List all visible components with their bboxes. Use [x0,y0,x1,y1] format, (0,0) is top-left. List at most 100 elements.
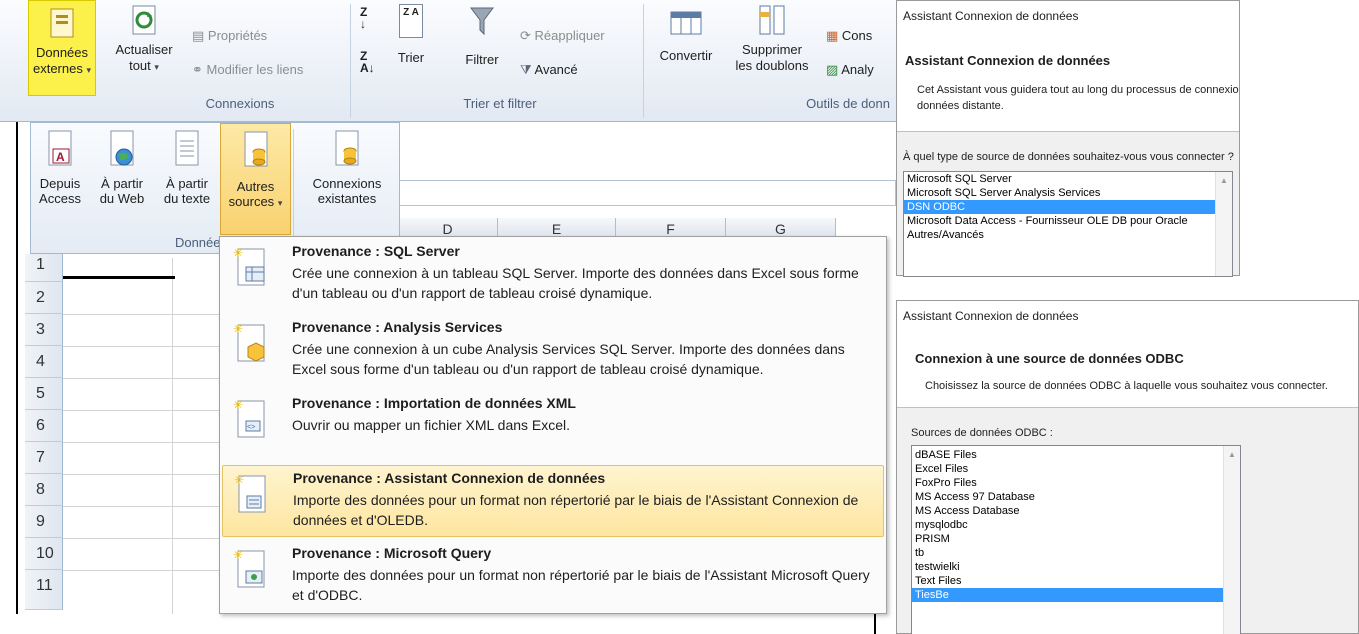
menu-item-data-connection-wizard[interactable]: ✳ Provenance : Assistant Connexion de do… [222,465,884,537]
menu-item-description: Crée une connexion à un cube Analysis Se… [292,341,845,377]
refresh-icon [132,5,156,35]
odbc-list-label: Sources de données ODBC : [911,427,1053,439]
svg-text:✳: ✳ [233,322,243,336]
row-header[interactable]: 9 [25,506,63,538]
text-file-icon [175,130,199,166]
svg-text:✳: ✳ [234,473,244,487]
list-item-selected[interactable]: DSN ODBC [904,200,1232,214]
menu-item-microsoft-query[interactable]: ✳ Provenance : Microsoft Query Importe d… [222,541,884,613]
texte-label-1: À partir [166,176,208,191]
dialog-intro-line-2: données distante. [917,100,1004,112]
actualiser-tout-button[interactable]: Actualiser tout ▾ [108,0,180,96]
a-partir-web-button[interactable]: À partir du Web [91,129,153,229]
external-data-icon [50,8,74,38]
analyse-button[interactable]: ▨ Analy [826,62,874,78]
list-item[interactable]: testwielki [912,560,1240,574]
modifier-liens-button[interactable]: ⚭ Modifier les liens [192,62,303,78]
trier-label: Trier [397,50,425,65]
gridline [63,346,220,347]
row-header[interactable]: 1 [25,254,63,282]
menu-item-analysis-services[interactable]: ✳ Provenance : Analysis Services Crée un… [222,315,884,387]
autres-label-2: sources [228,194,275,209]
menu-item-title: Provenance : Assistant Connexion de donn… [293,470,606,486]
menu-item-title: Provenance : Importation de données XML [292,395,576,411]
row-header[interactable]: 10 [25,538,63,570]
gridline [63,506,220,507]
supprimer-label-2: les doublons [735,58,809,73]
active-cell[interactable] [63,276,175,279]
list-item-selected[interactable]: TiesBe [912,588,1240,602]
row-header[interactable]: 7 [25,442,63,474]
svg-text:A: A [56,150,65,164]
proprietes-button[interactable]: ▤ Propriétés [192,28,267,44]
a-partir-texte-button[interactable]: À partir du texte [155,129,219,229]
list-item[interactable]: dBASE Files [912,448,1240,462]
list-item[interactable]: FoxPro Files [912,476,1240,490]
gridline [63,378,220,379]
row-header[interactable]: 2 [25,282,63,314]
dialog-title-bar: Assistant Connexion de données [897,1,1239,31]
divider [643,4,644,118]
autres-sources-button[interactable]: Autres sources ▾ [220,123,291,235]
row-header[interactable]: 3 [25,314,63,346]
gridline [63,474,220,475]
sort-za-button[interactable]: Z A↓ [360,50,375,74]
list-item[interactable]: mysqlodbc [912,518,1240,532]
scrollbar[interactable]: ▲ [1223,446,1240,634]
connexions-existantes-button[interactable]: Connexions existantes [297,129,397,239]
scrollbar[interactable]: ▲ [1215,172,1232,276]
menu-item-description: Importe des données pour un format non r… [293,492,859,528]
list-item[interactable]: Text Files [912,574,1240,588]
existing-connections-icon [335,130,359,166]
convertir-button[interactable]: Convertir [650,0,722,80]
properties-icon: ▤ [192,28,205,43]
scroll-up-icon[interactable]: ▲ [1228,450,1236,459]
row-header[interactable]: 8 [25,474,63,506]
donnees-group-label: Données [174,235,227,250]
what-if-icon: ▨ [826,62,839,77]
list-item[interactable]: Microsoft Data Access - Fournisseur OLE … [904,214,1232,228]
outils-group-title: Outils de donn [806,96,890,111]
access-icon: A [48,130,72,166]
reappliquer-button[interactable]: ⟳ Réappliquer [520,28,605,44]
formula-bar[interactable] [398,180,896,206]
odbc-source-list[interactable]: dBASE Files Excel Files FoxPro Files MS … [911,445,1241,634]
filtrer-button[interactable]: Filtrer [454,0,510,80]
list-item[interactable]: MS Access Database [912,504,1240,518]
list-item[interactable]: Microsoft SQL Server Analysis Services [904,186,1232,200]
row-header[interactable]: 5 [25,378,63,410]
gridline [63,314,220,315]
supprimer-doublons-button[interactable]: Supprimer les doublons [724,0,820,90]
scroll-up-icon[interactable]: ▲ [1220,176,1228,185]
texte-label-2: du texte [163,191,211,206]
sort-az-button[interactable]: Z ↓ [360,6,367,30]
menu-item-sql-server[interactable]: ✳ Provenance : SQL Server Crée une conne… [222,239,884,311]
menu-item-title: Provenance : SQL Server [292,243,460,259]
source-type-question: À quel type de source de données souhait… [903,151,1234,163]
donnees-externes-button[interactable]: Données externes ▾ [28,0,96,96]
menu-item-xml-import[interactable]: <> ✳ Provenance : Importation de données… [222,391,884,463]
list-item[interactable]: Microsoft SQL Server [904,172,1232,186]
chevron-down-icon: ▾ [86,65,92,75]
source-type-list[interactable]: Microsoft SQL Server Microsoft SQL Serve… [903,171,1233,277]
avance-button[interactable]: ⧩ Avancé [520,62,578,78]
list-item[interactable]: Excel Files [912,462,1240,476]
connexions-group-title: Connexions [205,96,275,111]
consolidate-icon: ▦ [826,28,839,43]
gridline [63,570,220,571]
list-item[interactable]: MS Access 97 Database [912,490,1240,504]
list-item[interactable]: Autres/Avancés [904,228,1232,242]
depuis-access-button[interactable]: A Depuis Access [33,129,87,229]
list-item[interactable]: tb [912,546,1240,560]
menu-item-title: Provenance : Analysis Services [292,319,503,335]
row-header[interactable]: 4 [25,346,63,378]
row-header[interactable]: 11 [25,570,63,610]
divider [350,4,351,118]
list-item[interactable]: PRISM [912,532,1240,546]
trier-button[interactable]: Z A Trier [386,0,436,80]
depuis-access-label-2: Access [39,191,81,206]
left-border [16,122,18,614]
assistant-dialog-1: Assistant Connexion de données Assistant… [896,0,1240,277]
row-header[interactable]: 6 [25,410,63,442]
consolider-button[interactable]: ▦ Cons [826,28,872,44]
